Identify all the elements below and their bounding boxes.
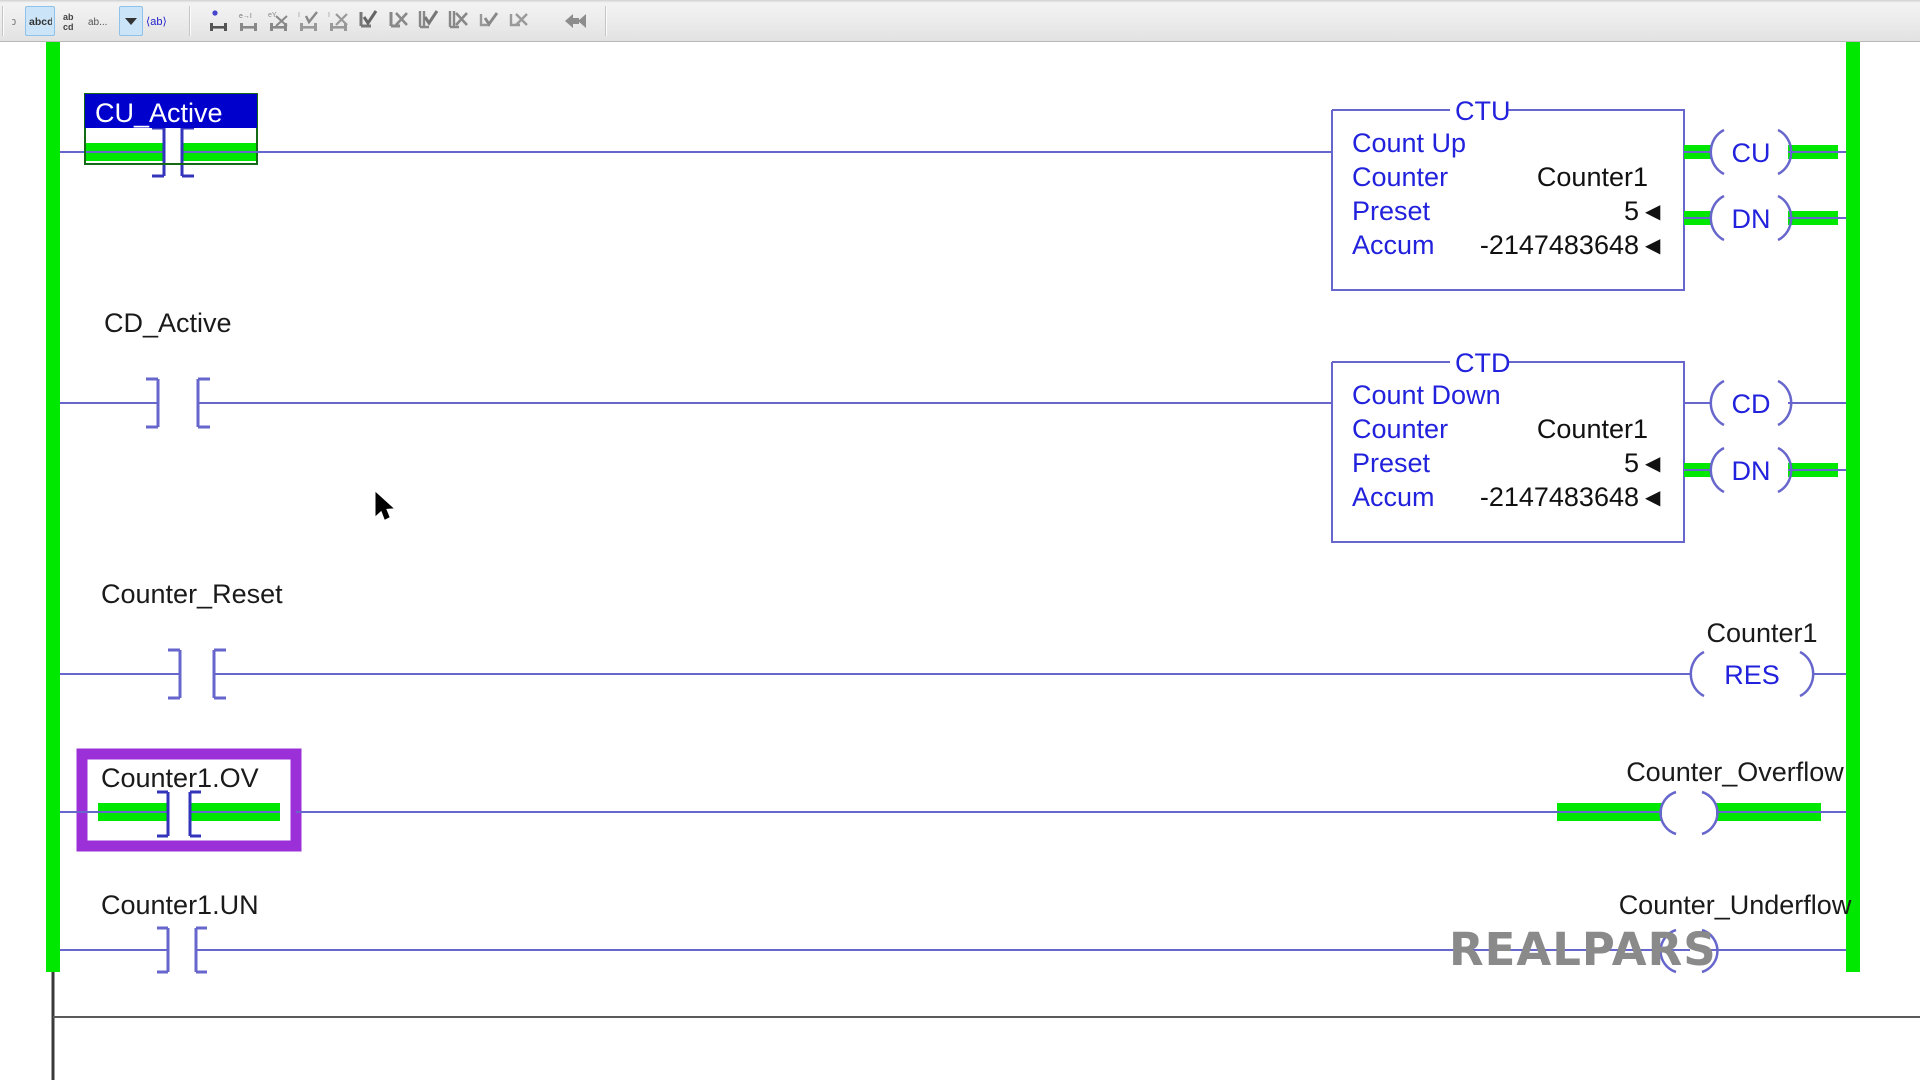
rung-0-tag-label: CU_Active xyxy=(95,98,223,128)
toolbar-group-navigate xyxy=(561,0,591,41)
delete-rung-icon[interactable]: eY xyxy=(265,6,295,36)
svg-text:ab...: ab... xyxy=(88,17,107,28)
ctu-function-label: Count Up xyxy=(1352,128,1466,158)
ctu-field-0-value[interactable]: Counter1 xyxy=(1537,162,1648,192)
ctu-output-cu[interactable]: CU xyxy=(1684,128,1846,176)
overflow-coil-paren-right xyxy=(1701,790,1719,836)
branch-cut-icon[interactable] xyxy=(385,6,415,36)
toolbar-separator-3 xyxy=(605,5,607,36)
rung-2-tag-label: Counter_Reset xyxy=(101,579,283,609)
svg-text:b: b xyxy=(12,16,16,28)
overflow-coil[interactable]: Counter_Overflow xyxy=(1550,757,1846,836)
ab-ellipsis-icon[interactable]: ab... xyxy=(85,6,119,36)
rung-3[interactable]: Counter1.OV Counter_Overflow xyxy=(60,748,1846,852)
svg-text:abcd: abcd xyxy=(29,16,52,28)
rung-3-tag-label: Counter1.OV xyxy=(101,763,259,793)
res-coil-tag: Counter1 xyxy=(1706,618,1817,648)
ctd-dn-label: DN xyxy=(1732,456,1771,486)
right-power-rail xyxy=(1846,42,1860,972)
rung-1[interactable]: CD_Active CTD Count Down Counter Counter… xyxy=(60,308,1846,543)
ab-cd-stacked-icon[interactable]: ab cd xyxy=(55,6,85,36)
svg-text:I: I xyxy=(298,12,300,19)
ctd-field-2-value[interactable]: -2147483648 xyxy=(1480,482,1639,512)
ctu-field-2-name: Accum xyxy=(1352,230,1435,260)
ctu-field-1-name: Preset xyxy=(1352,196,1431,226)
ctu-field-0-name: Counter xyxy=(1352,162,1448,192)
insert-rung-icon[interactable] xyxy=(205,6,235,36)
rung-1-tag-label: CD_Active xyxy=(104,308,232,338)
ctd-field-2-name: Accum xyxy=(1352,482,1435,512)
ctd-field-0-value[interactable]: Counter1 xyxy=(1537,414,1648,444)
ctd-cd-paren-left xyxy=(1709,379,1725,427)
ctu-block[interactable]: CTU Count Up Counter Counter1 Preset 5 ◀… xyxy=(1331,96,1685,291)
toolbar-separator xyxy=(2,5,4,36)
leg-check-icon[interactable] xyxy=(475,6,505,36)
svg-text:ab: ab xyxy=(63,12,74,22)
ctu-dn-label: DN xyxy=(1732,204,1771,234)
branch-check-icon[interactable] xyxy=(355,6,385,36)
toolbar-group-rung-edit: e→I eY I I xyxy=(205,0,535,41)
svg-text:e→I: e→I xyxy=(239,13,252,20)
angle-ab-icon[interactable]: ⟨ab⟩ xyxy=(143,6,179,36)
ctu-dn-paren-left xyxy=(1709,194,1725,242)
ladder-canvas[interactable]: CU_Active CTU Count Up Counter Counter1 … xyxy=(0,42,1920,1080)
ctd-field-1-name: Preset xyxy=(1352,448,1431,478)
underflow-coil-tag: Counter_Underflow xyxy=(1619,890,1852,920)
ctu-cu-paren-left xyxy=(1709,128,1725,176)
rung-0[interactable]: CU_Active CTU Count Up Counter Counter1 … xyxy=(60,93,1846,291)
rung-4-tag-label: Counter1.UN xyxy=(101,890,259,920)
insert-rung-below-icon[interactable]: e→I xyxy=(235,6,265,36)
multi-branch-check-icon[interactable] xyxy=(415,6,445,36)
ctd-field-1-marker: ◀ xyxy=(1645,453,1661,475)
ctu-block-title: CTU xyxy=(1455,96,1511,126)
ctd-block-title: CTD xyxy=(1455,348,1511,378)
ctu-cu-label: CU xyxy=(1732,138,1771,168)
abcd-tag-icon[interactable]: abcd xyxy=(25,5,55,36)
chevron-down-icon[interactable] xyxy=(119,5,143,36)
ctu-field-1-value[interactable]: 5 xyxy=(1624,196,1639,226)
res-coil-paren-right xyxy=(1799,650,1815,698)
ctd-output-cd[interactable]: CD xyxy=(1684,379,1846,427)
res-coil[interactable]: Counter1 RES xyxy=(1689,618,1846,698)
leg-cut-icon[interactable] xyxy=(505,6,535,36)
rung-2[interactable]: Counter_Reset Counter1 RES xyxy=(60,579,1846,700)
realpars-watermark: REALPARS xyxy=(1449,923,1717,976)
toolbar-group-tag-display: b abcd ab cd ab... ⟨ab⟩ xyxy=(11,0,179,41)
overflow-coil-paren-left xyxy=(1659,790,1677,836)
multi-branch-cut-icon[interactable] xyxy=(445,6,475,36)
ctd-field-2-marker: ◀ xyxy=(1645,487,1661,509)
left-power-rail xyxy=(46,42,60,972)
cut-rung-icon[interactable]: I xyxy=(325,6,355,36)
toolbar-btn-partial-icon[interactable]: b xyxy=(11,6,25,36)
toolbar-separator-2 xyxy=(189,5,191,36)
ctu-field-1-marker: ◀ xyxy=(1645,201,1661,223)
ctd-field-0-name: Counter xyxy=(1352,414,1448,444)
ctd-output-dn[interactable]: DN xyxy=(1684,446,1846,494)
svg-text:cd: cd xyxy=(63,22,74,32)
ctd-cd-label: CD xyxy=(1732,389,1771,419)
go-to-next-icon[interactable] xyxy=(561,6,591,36)
res-coil-label: RES xyxy=(1724,660,1780,690)
toolbar: b abcd ab cd ab... ⟨ab⟩ e→I eY I I xyxy=(0,0,1920,42)
svg-text:⟨ab⟩: ⟨ab⟩ xyxy=(146,16,167,28)
ctd-dn-paren-left xyxy=(1709,446,1725,494)
svg-text:eY: eY xyxy=(268,12,277,19)
ctu-output-dn[interactable]: DN xyxy=(1684,194,1846,242)
verify-rung-icon[interactable]: I xyxy=(295,6,325,36)
ctd-block[interactable]: CTD Count Down Counter Counter1 Preset 5… xyxy=(1331,348,1685,543)
svg-text:I: I xyxy=(328,12,330,19)
ctd-function-label: Count Down xyxy=(1352,380,1501,410)
res-coil-paren-left xyxy=(1689,650,1705,698)
ctd-field-1-value[interactable]: 5 xyxy=(1624,448,1639,478)
ctu-field-2-value[interactable]: -2147483648 xyxy=(1480,230,1639,260)
ctu-field-2-marker: ◀ xyxy=(1645,235,1661,257)
overflow-coil-tag: Counter_Overflow xyxy=(1626,757,1844,787)
